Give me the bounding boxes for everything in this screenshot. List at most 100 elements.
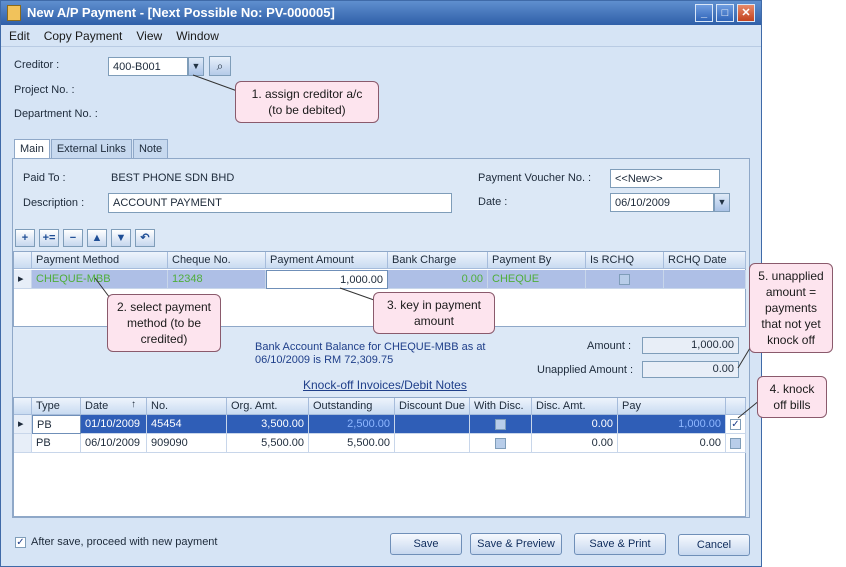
tab-external-links[interactable]: External Links [50,139,132,158]
checkmark-icon[interactable]: ✓ [730,418,741,430]
date-label: Date : [478,196,508,208]
insert-icon[interactable]: += [39,229,59,247]
callout-unapplied-amount: 5. unapplied amount = payments that not … [749,263,833,353]
search-icon[interactable]: ⌕ [209,56,231,76]
maximize-button[interactable]: □ [716,4,734,22]
with-disc-cell[interactable] [470,415,532,434]
project-label: Project No. : [14,84,75,96]
col-org-amt[interactable]: Org. Amt. [227,398,309,415]
no-cell[interactable]: 45454 [147,415,227,434]
amount-value: 1,000.00 [642,337,739,354]
creditor-dropdown-icon[interactable]: ▼ [188,57,204,76]
col-cheque-no[interactable]: Cheque No. [168,252,266,269]
checkmark-icon[interactable]: ✓ [15,536,26,548]
tab-main[interactable]: Main [14,139,50,158]
date-input[interactable]: 06/10/2009 [610,193,714,212]
delete-icon[interactable]: − [63,229,83,247]
col-payment-amount[interactable]: Payment Amount [266,252,388,269]
col-check [726,398,746,415]
col-no[interactable]: No. [147,398,227,415]
pay-cell[interactable]: 0.00 [618,434,726,453]
cancel-button[interactable]: Cancel [678,534,750,556]
payment-by-cell[interactable]: CHEQUE [488,270,586,289]
menu-window[interactable]: Window [176,25,219,46]
callout-key-in-amount: 3. key in payment amount [373,292,495,334]
pv-no-input[interactable]: <<New>> [610,169,720,188]
col-disc-amt[interactable]: Disc. Amt. [532,398,618,415]
col-type[interactable]: Type [32,398,81,415]
is-rchq-checkbox[interactable] [619,273,630,285]
add-icon[interactable]: + [15,229,35,247]
disc-amt-cell[interactable]: 0.00 [532,415,618,434]
bank-charge-cell[interactable]: 0.00 [388,270,488,289]
outstanding-cell[interactable]: 5,500.00 [309,434,395,453]
knockoff-grid: Type Date ↑ No. Org. Amt. Outstanding Di… [13,397,746,517]
knockoff-title: Knock-off Invoices/Debit Notes [303,378,467,392]
move-up-icon[interactable]: ▲ [87,229,107,247]
is-rchq-cell[interactable] [586,270,664,289]
pay-cell[interactable]: 1,000.00 [618,415,726,434]
outstanding-cell[interactable]: 2,500.00 [309,415,395,434]
col-outstanding[interactable]: Outstanding [309,398,395,415]
type-cell[interactable]: PB [32,415,81,434]
menu-edit[interactable]: Edit [9,25,30,46]
app-icon [7,5,21,21]
minimize-button[interactable]: _ [695,4,713,22]
row-indicator-icon: ▸ [14,415,32,434]
rchq-date-cell[interactable] [664,270,746,289]
type-cell[interactable]: PB [32,434,81,453]
with-disc-cell[interactable] [470,434,532,453]
department-label: Department No. : [14,108,98,120]
save-preview-button[interactable]: Save & Preview [470,533,562,555]
save-button[interactable]: Save [390,533,462,555]
menu-copy-payment[interactable]: Copy Payment [44,25,123,46]
title-bar: New A/P Payment - [Next Possible No: PV-… [1,1,761,25]
amount-label: Amount : [587,340,632,352]
date-cell[interactable]: 06/10/2009 [81,434,147,453]
knockoff-check-cell[interactable] [726,434,746,453]
save-print-button[interactable]: Save & Print [574,533,666,555]
no-cell[interactable]: 909090 [147,434,227,453]
tab-strip: Main External Links Note [14,139,169,158]
undo-icon[interactable]: ↶ [135,229,155,247]
row-indicator [14,434,32,453]
tab-note[interactable]: Note [132,139,169,158]
after-save-checkbox[interactable]: ✓ [15,536,26,548]
col-with-disc[interactable]: With Disc. [470,398,532,415]
callout-assign-creditor: 1. assign creditor a/c (to be debited) [235,81,379,123]
callout-select-payment-method: 2. select payment method (to be credited… [107,294,221,352]
with-disc-checkbox[interactable] [495,418,506,430]
col-is-rchq[interactable]: Is RCHQ [586,252,664,269]
date-dropdown-icon[interactable]: ▼ [714,193,730,212]
org-amt-cell[interactable]: 5,500.00 [227,434,309,453]
unapplied-label: Unapplied Amount : [537,364,634,376]
creditor-field[interactable]: 400-B001 [108,57,188,76]
paid-to-value: BEST PHONE SDN BHD [111,172,235,184]
description-input[interactable]: ACCOUNT PAYMENT [108,193,452,213]
col-bank-charge[interactable]: Bank Charge [388,252,488,269]
col-date[interactable]: Date [81,398,147,415]
org-amt-cell[interactable]: 3,500.00 [227,415,309,434]
col-rchq-date[interactable]: RCHQ Date [664,252,746,269]
payment-amount-input[interactable]: 1,000.00 [266,270,388,289]
creditor-label: Creditor : [14,59,60,71]
col-pay[interactable]: Pay [618,398,726,415]
col-discount-due[interactable]: Discount Due [395,398,470,415]
discount-due-cell[interactable] [395,434,470,453]
discount-due-cell[interactable] [395,415,470,434]
disc-amt-cell[interactable]: 0.00 [532,434,618,453]
move-down-icon[interactable]: ▼ [111,229,131,247]
with-disc-checkbox[interactable] [495,437,506,449]
knockoff-checkbox[interactable] [730,437,741,449]
cheque-no-cell[interactable]: 12348 [168,270,266,289]
row-indicator-icon: ▸ [14,270,32,289]
menu-view[interactable]: View [136,25,162,46]
payment-method-cell[interactable]: CHEQUE-MBB [32,270,168,289]
col-payment-by[interactable]: Payment By [488,252,586,269]
unapplied-value: 0.00 [642,361,739,378]
knockoff-check-cell[interactable]: ✓ [726,415,746,434]
grid-corner [14,252,32,269]
date-cell[interactable]: 01/10/2009 [81,415,147,434]
col-payment-method[interactable]: Payment Method [32,252,168,269]
close-button[interactable]: ✕ [737,4,755,22]
